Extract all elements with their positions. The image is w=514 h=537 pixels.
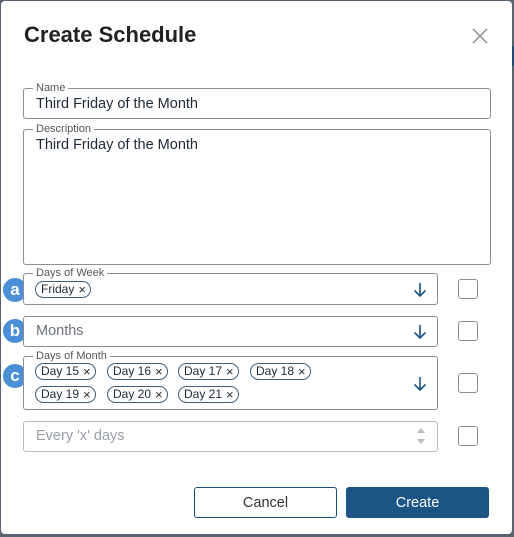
months-select[interactable]: Months [23, 316, 438, 347]
chip-day-18: Day 18 × [250, 363, 311, 380]
months-placeholder: Months [36, 323, 84, 339]
days-of-month-legend: Days of Month [33, 349, 110, 363]
chip-label: Day 19 [41, 387, 80, 401]
days-of-week-checkbox[interactable] [458, 279, 478, 299]
chip-day-16: Day 16 × [107, 363, 168, 380]
arrow-down-icon[interactable] [413, 324, 427, 340]
chip-remove-icon[interactable]: × [226, 387, 234, 402]
chip-day-21: Day 21 × [178, 386, 239, 403]
arrow-down-icon[interactable] [413, 376, 427, 392]
every-x-days-placeholder: Every 'x' days [36, 428, 125, 444]
chip-remove-icon[interactable]: × [83, 387, 91, 402]
name-value: Third Friday of the Month [36, 96, 198, 112]
days-of-month-checkbox[interactable] [458, 373, 478, 393]
chip-label: Day 17 [184, 364, 223, 378]
days-of-week-legend: Days of Week [33, 266, 108, 280]
days-of-month-select[interactable]: Days of Month Day 15 × Day 16 × Day 17 × Da… [23, 349, 438, 410]
chip-remove-icon[interactable]: × [78, 282, 86, 297]
number-spinner-icon[interactable] [416, 425, 426, 447]
every-x-days-checkbox[interactable] [458, 426, 478, 446]
chip-remove-icon[interactable]: × [83, 364, 91, 379]
create-button[interactable]: Create [346, 487, 489, 518]
chip-label: Day 15 [41, 364, 80, 378]
chip-label: Day 18 [256, 364, 295, 378]
chip-remove-icon[interactable]: × [155, 387, 163, 402]
chip-label: Day 16 [113, 364, 152, 378]
create-schedule-dialog: Create Schedule Name Third Friday of the… [1, 1, 512, 534]
chip-remove-icon[interactable]: × [298, 364, 306, 379]
every-x-days-input[interactable]: Every 'x' days [23, 421, 438, 452]
chip-label: Day 21 [184, 387, 223, 401]
cancel-button[interactable]: Cancel [194, 487, 337, 518]
chip-remove-icon[interactable]: × [155, 364, 163, 379]
chip-day-20: Day 20 × [107, 386, 168, 403]
chip-friday: Friday × [35, 281, 91, 298]
dialog-title: Create Schedule [24, 22, 197, 47]
description-legend: Description [33, 122, 95, 136]
chip-day-15: Day 15 × [35, 363, 96, 380]
days-of-week-select[interactable]: Days of Week Friday × [23, 266, 438, 305]
chip-day-17: Day 17 × [178, 363, 239, 380]
chip-remove-icon[interactable]: × [226, 364, 234, 379]
chip-day-19: Day 19 × [35, 386, 96, 403]
arrow-down-icon[interactable] [413, 282, 427, 298]
chip-label: Friday [41, 282, 75, 296]
name-field[interactable]: Name Third Friday of the Month [23, 81, 491, 119]
description-value: Third Friday of the Month [36, 137, 198, 153]
chip-label: Day 20 [113, 387, 152, 401]
months-checkbox[interactable] [458, 321, 478, 341]
name-legend: Name [33, 81, 69, 95]
description-field[interactable]: Description Third Friday of the Month [23, 122, 491, 265]
close-icon[interactable] [471, 27, 489, 45]
